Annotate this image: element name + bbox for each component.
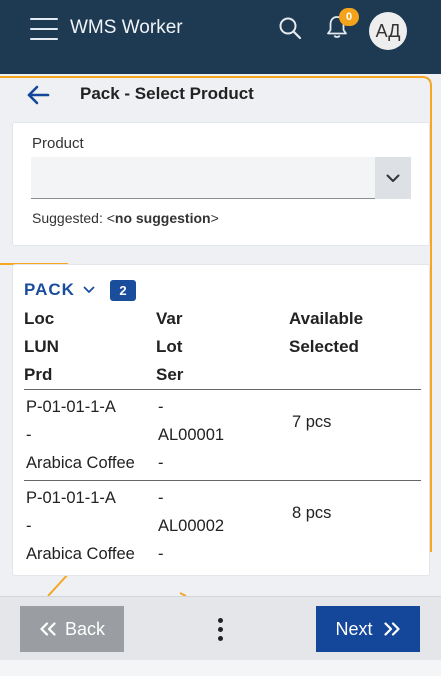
product-field-label: Product	[32, 135, 84, 152]
row-available: 7 pcs	[292, 413, 332, 431]
app-title: WMS Worker	[70, 17, 183, 38]
chevron-down-icon	[386, 174, 400, 182]
footer-strip	[0, 660, 441, 676]
app-bar: WMS Worker 0 АД	[0, 0, 441, 74]
row-loc: P-01-01-1-A	[26, 398, 116, 416]
page-header: Pack - Select Product	[14, 76, 430, 116]
next-button[interactable]: Next	[316, 606, 420, 652]
header-prd: Prd	[24, 365, 53, 384]
row-var: -	[158, 489, 164, 507]
header-available: Available	[289, 309, 364, 328]
more-vertical-icon[interactable]	[210, 607, 230, 651]
search-icon[interactable]	[278, 16, 302, 40]
pack-group-toggle[interactable]: PACK	[24, 279, 95, 301]
row-selected	[292, 527, 331, 555]
row-available-cell: 7 pcs	[292, 408, 331, 464]
row-lun: -	[26, 426, 32, 444]
notification-count-badge: 0	[339, 8, 359, 26]
row-loc-cell: P-01-01-1-A - Arabica Coffee	[26, 484, 150, 568]
double-chevron-left-icon	[40, 622, 56, 636]
next-button-label: Next	[335, 618, 373, 639]
header-selected: Selected	[289, 337, 359, 356]
row-loc-cell: P-01-01-1-A - Arabica Coffee	[26, 393, 150, 477]
suggestion-prefix: Suggested: <	[32, 210, 115, 226]
row-var-cell: - AL00002 -	[158, 484, 268, 568]
row-available-cell: 8 pcs	[292, 499, 331, 555]
row-available: 8 pcs	[292, 504, 332, 522]
row-lot: AL00002	[158, 517, 225, 535]
header-divider	[24, 389, 421, 390]
row-lun: -	[26, 517, 32, 535]
product-select[interactable]	[31, 157, 411, 199]
row-var-cell: - AL00001 -	[158, 393, 268, 477]
row-lot: AL00001	[158, 426, 225, 444]
bottom-action-bar: Back Next	[0, 596, 441, 660]
row-selected	[292, 436, 331, 464]
stock-list-card: PACK 2 Loc LUN Prd Var Lot Ser Available…	[12, 264, 430, 576]
row-prd: Arabica Coffee	[26, 454, 135, 472]
header-ser: Ser	[156, 365, 184, 384]
row-ser: -	[158, 454, 164, 472]
row-var: -	[158, 398, 164, 416]
chevron-down-icon	[83, 286, 95, 293]
hamburger-icon[interactable]	[30, 18, 58, 40]
double-chevron-right-icon	[383, 622, 400, 636]
back-button[interactable]: Back	[20, 606, 124, 652]
header-var: Var	[156, 309, 183, 328]
pack-group-label: PACK	[24, 280, 75, 299]
header-loc: Loc	[24, 309, 55, 328]
back-button-label: Back	[64, 618, 106, 639]
suggestion-suffix: >	[210, 210, 219, 226]
suggestion-text: Suggested: <no suggestion>	[32, 210, 219, 226]
main-content: Pack - Select Product Product Suggested:…	[0, 74, 441, 596]
pack-count-badge: 2	[110, 280, 136, 301]
product-card: Product Suggested: <no suggestion>	[12, 122, 430, 246]
table-row[interactable]: P-01-01-1-A - Arabica Coffee - AL00002 -…	[24, 482, 421, 570]
row-prd: Arabica Coffee	[26, 545, 135, 563]
column-header-available: Available Selected	[289, 305, 363, 361]
table-row[interactable]: P-01-01-1-A - Arabica Coffee - AL00001 -…	[24, 391, 421, 481]
header-lot: Lot	[156, 337, 183, 356]
header-lun: LUN	[24, 337, 59, 356]
page-title: Pack - Select Product	[80, 84, 254, 103]
avatar[interactable]: АД	[369, 12, 407, 50]
column-header-var: Var Lot Ser	[156, 305, 183, 389]
back-arrow-icon[interactable]	[26, 84, 50, 106]
row-loc: P-01-01-1-A	[26, 489, 116, 507]
suggestion-value: no suggestion	[114, 210, 211, 226]
column-header-loc: Loc LUN Prd	[24, 305, 59, 389]
dropdown-button[interactable]	[375, 157, 411, 199]
row-ser: -	[158, 545, 164, 563]
